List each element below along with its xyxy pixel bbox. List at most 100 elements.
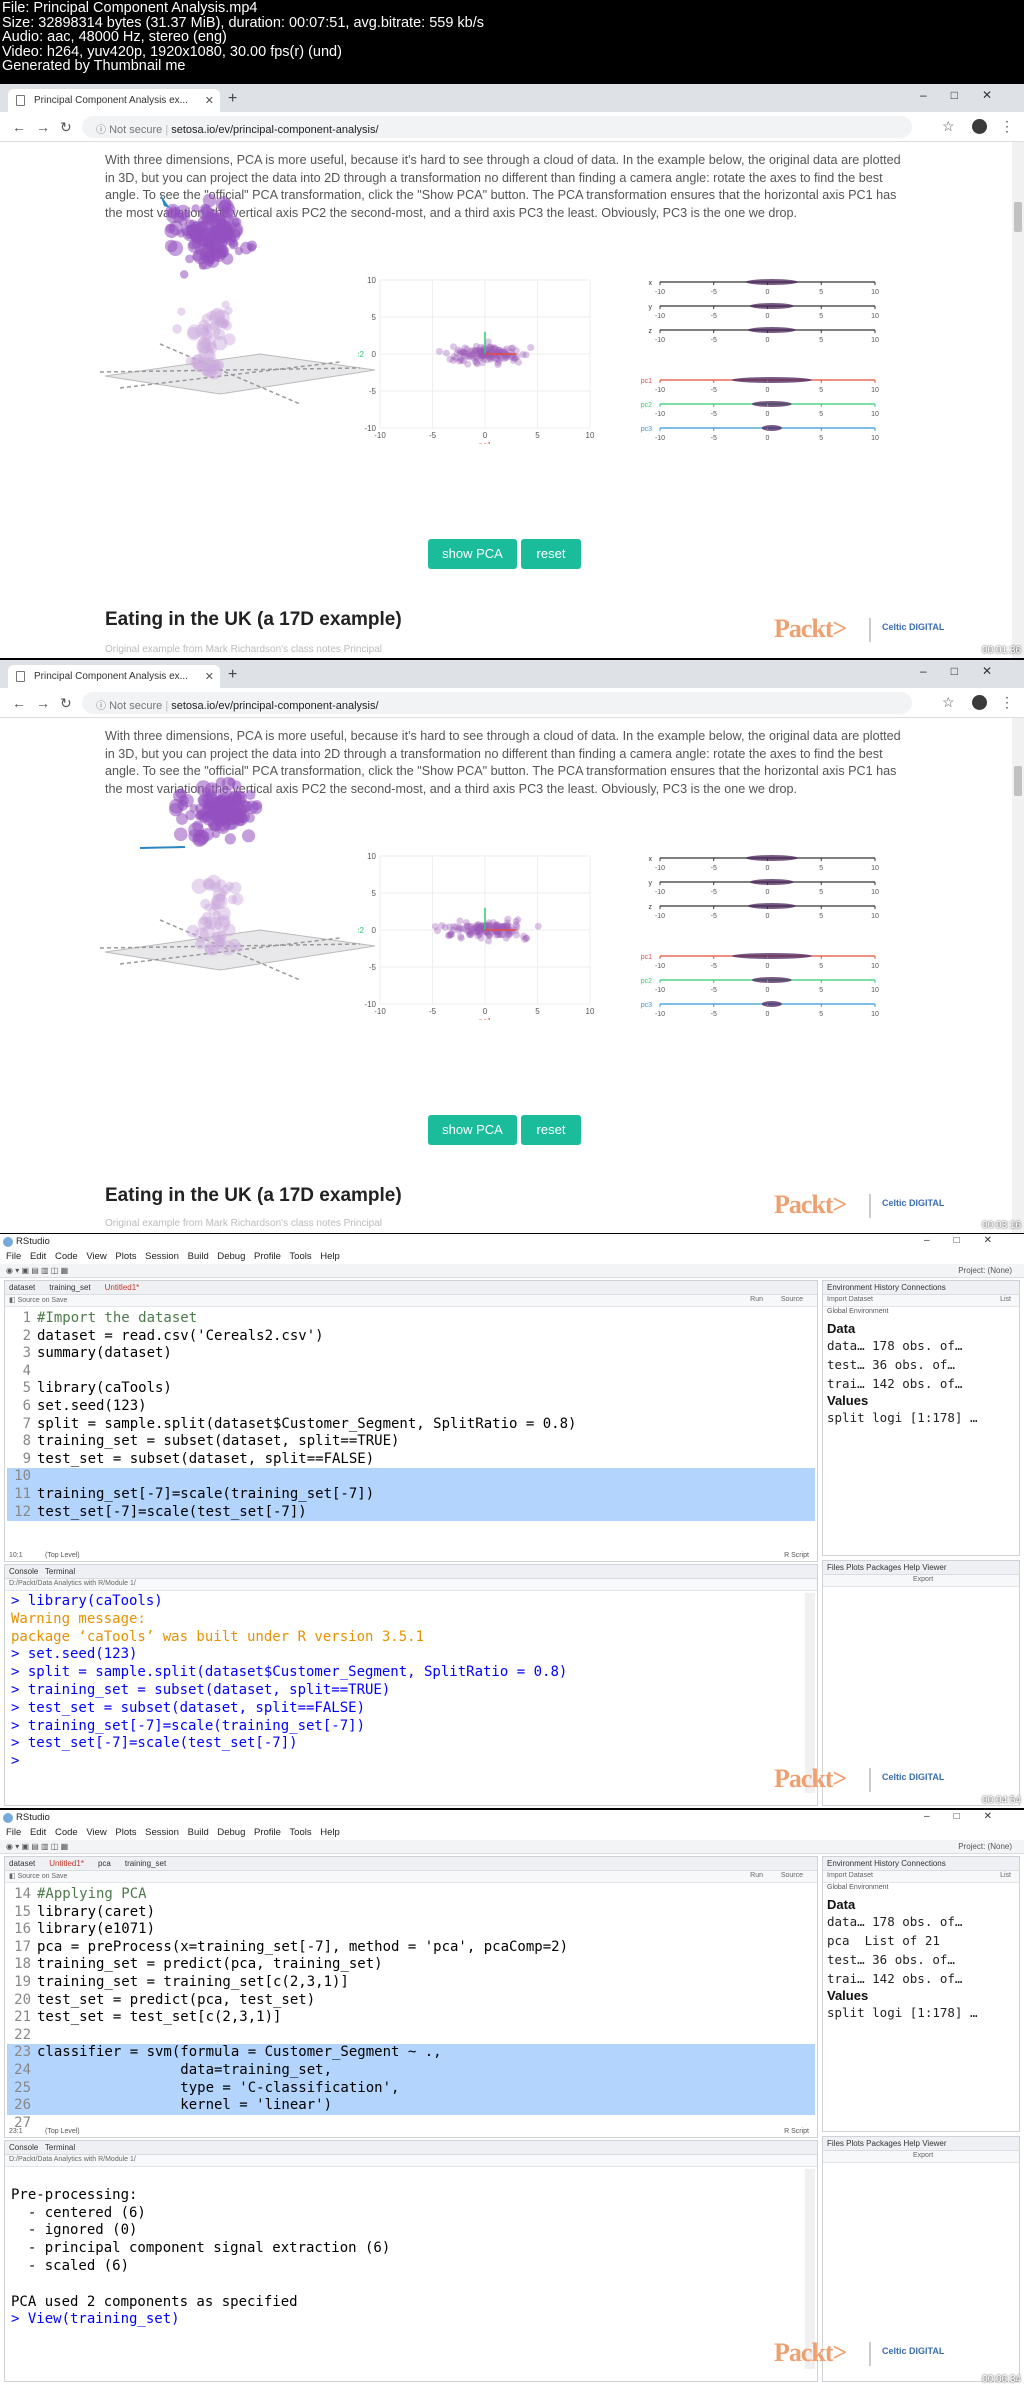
editor-tab[interactable]: training_set <box>49 1283 90 1292</box>
window-controls[interactable]: –□✕ <box>924 1235 1016 1246</box>
bookmark-star-icon[interactable]: ☆ <box>942 118 955 135</box>
menu-plots[interactable]: Plots <box>115 1827 136 1838</box>
env-data-row[interactable]: trai… 142 obs. of… <box>827 1969 1017 1988</box>
menu-build[interactable]: Build <box>188 1251 209 1262</box>
source-button[interactable]: Source <box>781 1872 803 1879</box>
run-button[interactable]: Run <box>750 1296 763 1303</box>
menu-session[interactable]: Session <box>145 1251 179 1262</box>
menu-tools[interactable]: Tools <box>289 1827 311 1838</box>
forward-icon[interactable]: → <box>36 119 50 135</box>
env-data-row[interactable]: data… 178 obs. of… <box>827 1912 1017 1931</box>
window-controls[interactable]: –□✕ <box>920 664 1016 678</box>
editor-tab[interactable]: dataset <box>9 1283 35 1292</box>
menu-help[interactable]: Help <box>320 1827 340 1838</box>
menu-profile[interactable]: Profile <box>254 1827 281 1838</box>
toolbar-icons[interactable]: ◉ ▾ ▣ ▤ ▥ ◫ ▦ <box>6 1266 68 1275</box>
global-env-select[interactable]: Global Environment <box>827 1308 888 1315</box>
menu-code[interactable]: Code <box>55 1827 78 1838</box>
console-output[interactable]: > library(caTools) Warning message: packag… <box>11 1593 801 1771</box>
tab-connections[interactable]: Connections <box>901 1859 945 1868</box>
page-scrollbar[interactable] <box>1012 142 1024 658</box>
code-area[interactable]: 14 #Applying PCA 15 library(caret) 16 library… <box>7 1886 815 2132</box>
tab-help[interactable]: Help <box>904 1563 920 1572</box>
menu-edit[interactable]: Edit <box>30 1827 46 1838</box>
code-line[interactable]: 12 test_set[-7]=scale(test_set[-7]) <box>7 1503 815 1522</box>
tab-packages[interactable]: Packages <box>866 1563 901 1572</box>
menu-session[interactable]: Session <box>145 1827 179 1838</box>
env-data-row[interactable]: pca List of 21 <box>827 1931 1017 1950</box>
browser-tab[interactable]: Principal Component Analysis ex... ✕ <box>8 89 220 112</box>
menu-debug[interactable]: Debug <box>217 1251 245 1262</box>
code-line[interactable]: 11 training_set[-7]=scale(training_set[-7… <box>7 1485 815 1504</box>
tab-plots[interactable]: Plots <box>846 2139 864 2148</box>
save-icon[interactable]: ◧ <box>9 1297 16 1304</box>
code-line[interactable]: 27 <box>7 2115 815 2133</box>
menu-icon[interactable]: ⋮ <box>1000 118 1014 135</box>
editor-tab[interactable]: pca <box>98 1859 111 1868</box>
new-tab-icon[interactable]: + <box>228 666 237 684</box>
code-line[interactable]: 18 training_set = predict(pca, training_s… <box>7 1956 815 1974</box>
console-output[interactable]: Pre-processing: - centered (6) - ignored… <box>11 2169 801 2329</box>
code-line[interactable]: 4 <box>7 1363 815 1381</box>
source-on-save[interactable]: Source on Save <box>18 1297 68 1304</box>
tab-environment[interactable]: Environment <box>827 1283 872 1292</box>
editor-tab[interactable]: Untitled1* <box>105 1283 140 1292</box>
code-line[interactable]: 23 classifier = svm(formula = Customer_Se… <box>7 2044 815 2062</box>
show-pca-button[interactable]: show PCA <box>428 1115 517 1145</box>
env-data-row[interactable]: trai… 142 obs. of… <box>827 1374 1017 1393</box>
menu-plots[interactable]: Plots <box>115 1251 136 1262</box>
tab-viewer[interactable]: Viewer <box>922 2139 946 2148</box>
code-line[interactable]: 6 set.seed(123) <box>7 1398 815 1416</box>
editor-tab[interactable]: dataset <box>9 1859 35 1868</box>
back-icon[interactable]: ← <box>12 119 26 135</box>
code-line[interactable]: 17 pca = preProcess(x=training_set[-7], m… <box>7 1939 815 1957</box>
code-line[interactable]: 9 test_set = subset(dataset, split==FALSE… <box>7 1451 815 1469</box>
menu-code[interactable]: Code <box>55 1251 78 1262</box>
global-env-select[interactable]: Global Environment <box>827 1884 888 1891</box>
avatar[interactable] <box>972 695 987 710</box>
tab-terminal[interactable]: Terminal <box>45 1567 75 1576</box>
tab-connections[interactable]: Connections <box>901 1283 945 1292</box>
bookmark-star-icon[interactable]: ☆ <box>942 694 955 711</box>
tab-history[interactable]: History <box>874 1859 899 1868</box>
tab-files[interactable]: Files <box>827 2139 844 2148</box>
code-line[interactable]: 10 <box>7 1468 815 1486</box>
env-data-row[interactable]: test… 36 obs. of… <box>827 1950 1017 1969</box>
show-pca-button[interactable]: show PCA <box>428 539 517 569</box>
code-line[interactable]: 26 kernel = 'linear') <box>7 2097 815 2115</box>
code-line[interactable]: 14 #Applying PCA <box>7 1886 815 1904</box>
close-tab-icon[interactable]: ✕ <box>205 670 214 683</box>
menu-profile[interactable]: Profile <box>254 1251 281 1262</box>
console-scrollbar[interactable] <box>805 1593 815 1793</box>
import-dataset-button[interactable]: Import Dataset <box>827 1872 873 1879</box>
source-button[interactable]: Source <box>781 1296 803 1303</box>
list-view-toggle[interactable]: List <box>1000 1872 1011 1879</box>
menu-view[interactable]: View <box>86 1827 106 1838</box>
tab-history[interactable]: History <box>874 1283 899 1292</box>
reset-button[interactable]: reset <box>521 539 581 569</box>
menu-help[interactable]: Help <box>320 1251 340 1262</box>
url-field[interactable]: ⓘ Not secure | setosa.io/ev/principal-co… <box>82 692 912 714</box>
code-area[interactable]: 1 #Import the dataset 2 dataset = read.csv(… <box>7 1310 815 1522</box>
avatar[interactable] <box>972 119 987 134</box>
import-dataset-button[interactable]: Import Dataset <box>827 1296 873 1303</box>
run-button[interactable]: Run <box>750 1872 763 1879</box>
page-scrollbar[interactable] <box>1012 718 1024 1233</box>
export-button[interactable]: Export <box>913 1576 933 1583</box>
code-line[interactable]: 16 library(e1071) <box>7 1921 815 1939</box>
menu-build[interactable]: Build <box>188 1827 209 1838</box>
source-on-save[interactable]: Source on Save <box>18 1873 68 1880</box>
menu-tools[interactable]: Tools <box>289 1251 311 1262</box>
code-line[interactable]: 7 split = sample.split(dataset$Customer_S… <box>7 1416 815 1434</box>
code-line[interactable]: 20 test_set = predict(pca, test_set) <box>7 1992 815 2010</box>
tab-packages[interactable]: Packages <box>866 2139 901 2148</box>
editor-tab[interactable]: training_set <box>125 1859 166 1868</box>
tab-help[interactable]: Help <box>904 2139 920 2148</box>
code-line[interactable]: 8 training_set = subset(dataset, split==T… <box>7 1433 815 1451</box>
tab-console[interactable]: Console <box>9 2143 38 2152</box>
code-line[interactable]: 24 data=training_set, <box>7 2061 815 2080</box>
code-line[interactable]: 5 library(caTools) <box>7 1380 815 1398</box>
tab-terminal[interactable]: Terminal <box>45 2143 75 2152</box>
tab-plots[interactable]: Plots <box>846 1563 864 1572</box>
env-data-row[interactable]: data… 178 obs. of… <box>827 1336 1017 1355</box>
